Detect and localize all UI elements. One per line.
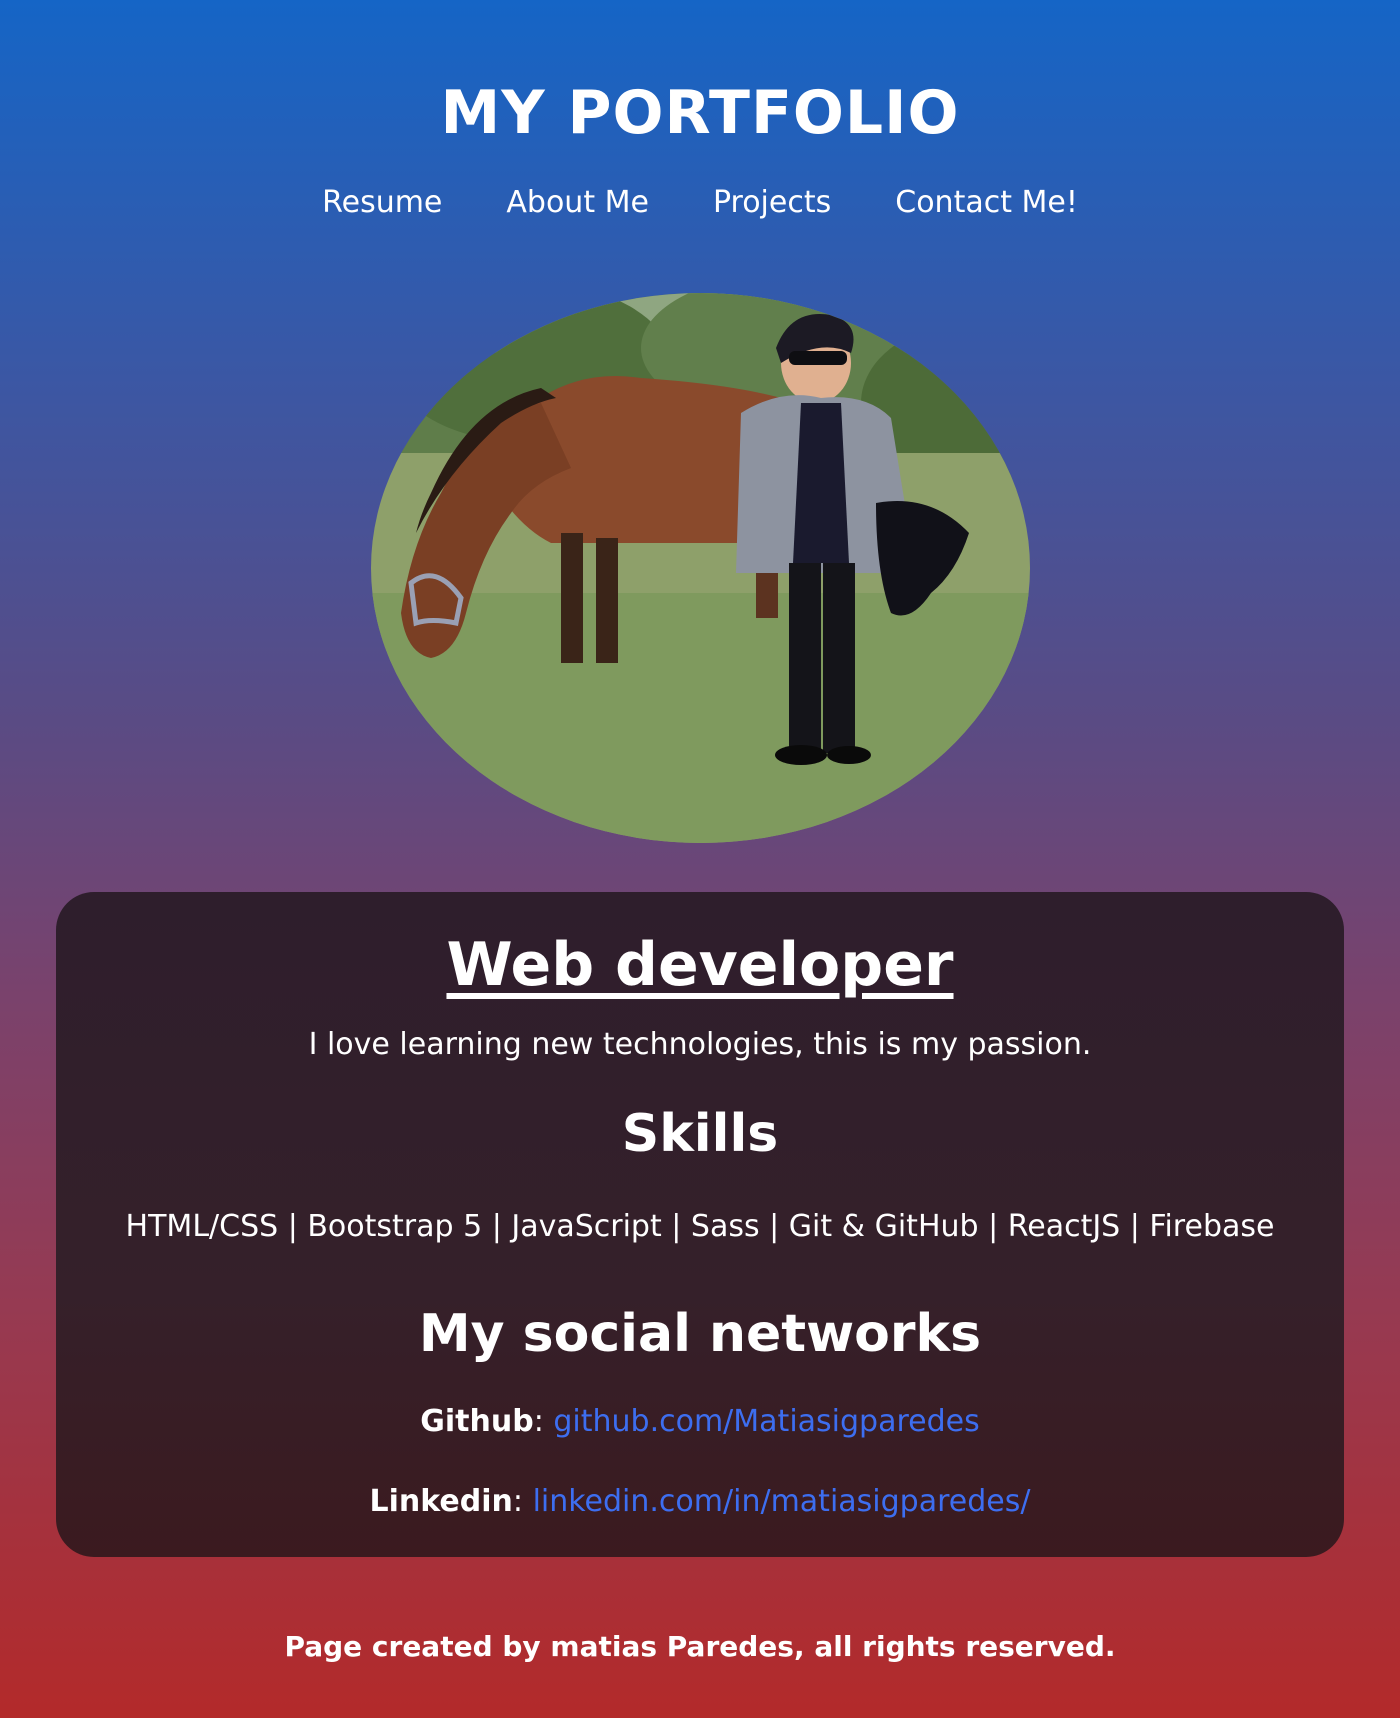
skills-list: HTML/CSS | Bootstrap 5 | JavaScript | Sa… <box>125 1209 1275 1244</box>
role-heading: Web developer <box>446 930 954 1000</box>
nav-item-about-me[interactable]: About Me <box>506 185 649 220</box>
profile-card: Web developer I love learning new techno… <box>56 892 1344 1557</box>
profile-photo-illustration <box>371 293 1030 843</box>
skills-heading: Skills <box>621 1104 779 1164</box>
nav-item-projects[interactable]: Projects <box>713 185 831 220</box>
nav-item-contact-me[interactable]: Contact Me! <box>895 185 1078 220</box>
site-title: MY PORTFOLIO <box>440 78 960 148</box>
github-label: Github <box>420 1404 534 1439</box>
linkedin-row: Linkedin: linkedin.com/in/matiasigparede… <box>56 1484 1344 1519</box>
profile-photo <box>371 293 1030 843</box>
tagline-text: I love learning new technologies, this i… <box>308 1027 1092 1062</box>
github-row: Github: github.com/Matiasigparedes <box>56 1404 1344 1439</box>
linkedin-link[interactable]: linkedin.com/in/matiasigparedes/ <box>533 1484 1031 1519</box>
main-nav: Resume About Me Projects Contact Me! <box>0 185 1400 220</box>
linkedin-label: Linkedin <box>369 1484 513 1519</box>
social-networks-heading: My social networks <box>418 1304 982 1364</box>
footer-text: Page created by matias Paredes, all righ… <box>284 1630 1116 1663</box>
github-link[interactable]: github.com/Matiasigparedes <box>553 1404 979 1439</box>
linkedin-separator: : <box>512 1484 524 1519</box>
nav-item-resume[interactable]: Resume <box>322 185 442 220</box>
github-separator: : <box>533 1404 544 1439</box>
